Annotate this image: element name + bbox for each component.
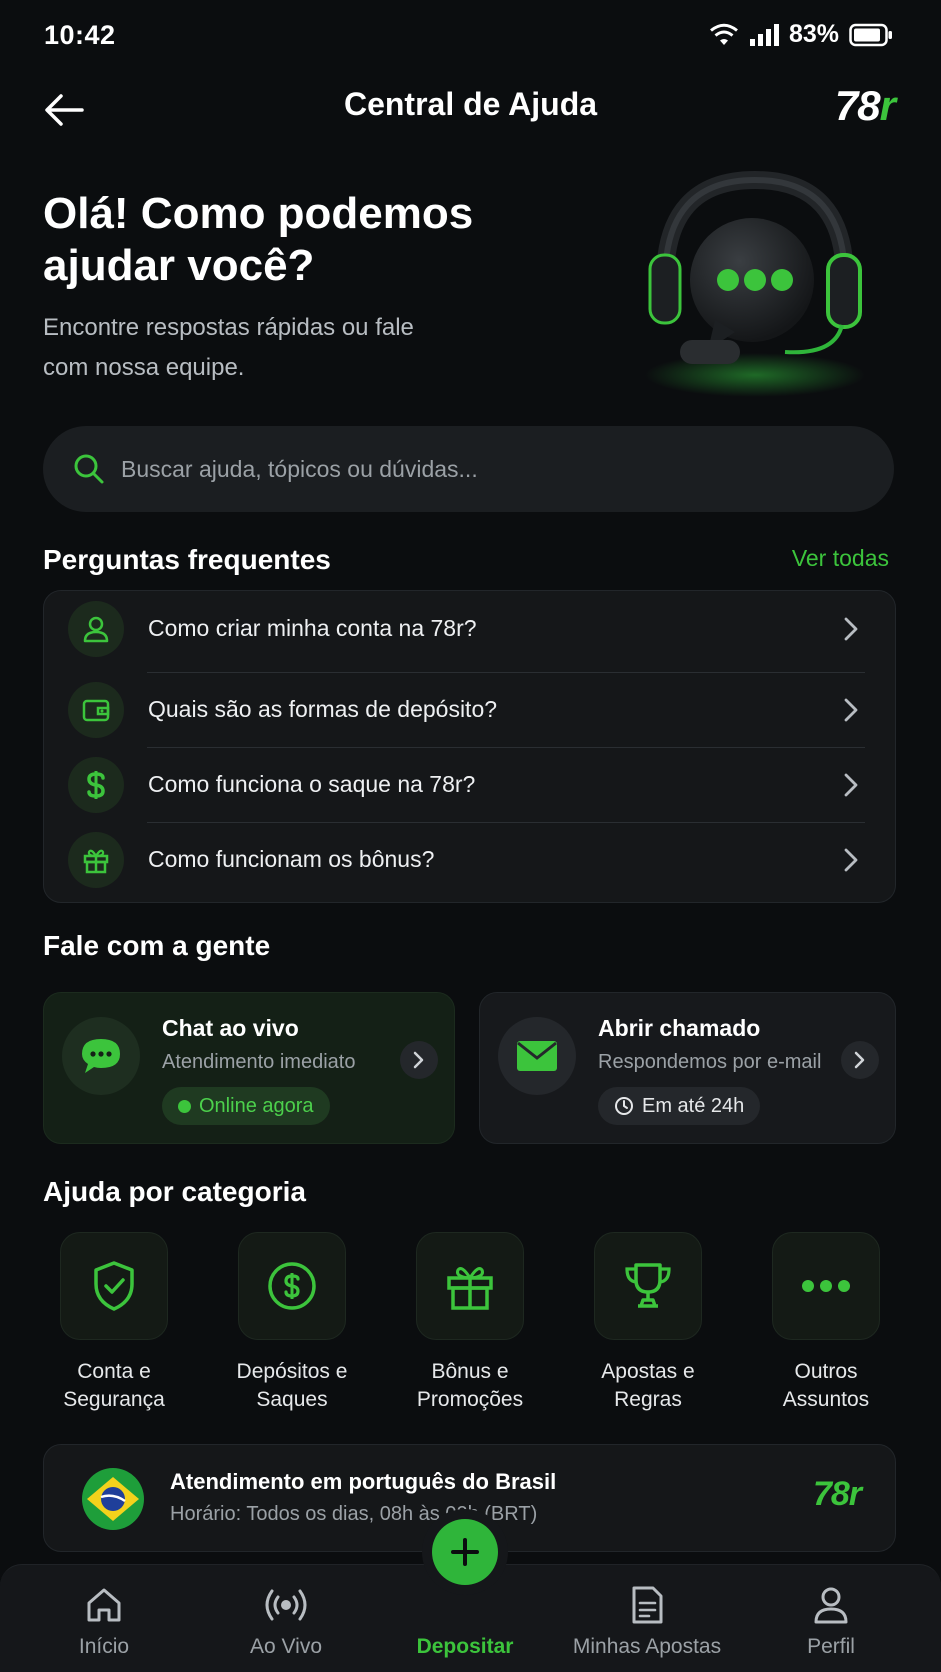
dollar-circle-icon [238, 1232, 346, 1340]
signal-icon [749, 23, 779, 47]
clock-icon [614, 1096, 634, 1116]
nav-label: Ao Vivo [250, 1635, 322, 1658]
search-bar[interactable] [43, 426, 894, 512]
faq-item-create-account[interactable]: Como criar minha conta na 78r? [44, 591, 895, 666]
online-dot-icon [178, 1099, 191, 1113]
document-icon [629, 1585, 665, 1625]
page-title: Central de Ajuda [343, 86, 598, 122]
open-ticket-card[interactable]: Abrir chamado Respondemos por e-mail Em … [479, 992, 896, 1144]
contact-section-title: Fale com a gente [43, 930, 271, 961]
home-icon [84, 1585, 124, 1625]
chat-subtitle: Atendimento imediato [162, 1051, 356, 1073]
ticket-title: Abrir chamado [598, 1015, 761, 1041]
chat-title: Chat ao vivo [162, 1015, 299, 1041]
nav-label: Minhas Apostas [572, 1635, 722, 1658]
search-input[interactable] [121, 455, 821, 483]
trophy-icon [594, 1232, 702, 1340]
user-icon [812, 1585, 850, 1625]
wifi-icon [709, 23, 739, 47]
user-icon [68, 600, 124, 657]
headset-support-illustration [620, 160, 890, 410]
faq-item-withdrawal[interactable]: Como funciona o saque na 78r? [44, 747, 895, 822]
status-indicators: 83% [709, 20, 893, 49]
hero-subtitle: Encontre respostas rápidas ou fale com n… [43, 314, 414, 381]
chevron-right-icon [843, 847, 859, 873]
chevron-right-icon [843, 772, 859, 798]
nav-label: Início [78, 1635, 130, 1658]
response-time-badge: Em até 24h [598, 1087, 761, 1125]
faq-item-label: Como criar minha conta na 78r? [148, 615, 477, 641]
deposit-fab-button[interactable] [432, 1519, 498, 1585]
category-label: Conta e Segurança [63, 1360, 165, 1411]
live-broadcast-icon [264, 1585, 308, 1625]
brand-logo-small: 78r [812, 1475, 862, 1513]
logo-letter: r [879, 82, 896, 129]
plus-icon [450, 1537, 480, 1567]
category-label: Apostas e Regras [601, 1360, 695, 1411]
categories-section-title: Ajuda por categoria [43, 1176, 306, 1207]
search-icon [73, 453, 105, 485]
dollar-icon [68, 756, 124, 813]
chevron-right-icon [843, 616, 859, 642]
logo-number: 78 [834, 82, 881, 129]
nav-deposit[interactable]: Depositar [380, 1519, 550, 1672]
online-status-badge: Online agora [162, 1087, 330, 1125]
category-label: Outros Assuntos [782, 1360, 870, 1411]
status-time: 10:42 [44, 20, 116, 50]
faq-item-deposit-methods[interactable]: Quais são as formas de depósito? [44, 672, 895, 747]
category-label: Depósitos e Saques [236, 1360, 348, 1411]
banner-title: Atendimento em português do Brasil [170, 1469, 557, 1494]
nav-label: Perfil [807, 1635, 855, 1658]
mail-icon [498, 1017, 576, 1095]
brand-logo: 78r [834, 82, 896, 130]
see-all-link[interactable]: Ver todas [792, 545, 889, 572]
banner-hours: Horário: Todos os dias, 08h às 02h (BRT) [170, 1503, 538, 1525]
chevron-right-icon [400, 1041, 438, 1079]
ticket-subtitle: Respondemos por e-mail [598, 1051, 822, 1073]
chat-bubble-icon [62, 1017, 140, 1095]
nav-my-bets[interactable]: Minhas Apostas [562, 1565, 732, 1672]
category-deposits-withdrawals[interactable]: Depósitos e Saques [217, 1232, 367, 1414]
faq-section-title: Perguntas frequentes [43, 544, 331, 575]
faq-item-bonus[interactable]: Como funcionam os bônus? [44, 822, 895, 897]
chevron-right-icon [843, 697, 859, 723]
faq-item-label: Como funcionam os bônus? [148, 846, 435, 872]
category-account-security[interactable]: Conta e Segurança [39, 1232, 189, 1414]
category-label: Bônus e Promoções [416, 1360, 524, 1411]
online-status-text: Online agora [199, 1094, 314, 1117]
faq-item-label: Quais são as formas de depósito? [148, 696, 498, 722]
live-chat-card[interactable]: Chat ao vivo Atendimento imediato Online… [43, 992, 455, 1144]
chevron-right-icon [841, 1041, 879, 1079]
gift-icon [416, 1232, 524, 1340]
shield-check-icon [60, 1232, 168, 1340]
category-other-topics[interactable]: Outros Assuntos [751, 1232, 901, 1414]
faq-list: Como criar minha conta na 78r? Quais são… [43, 590, 896, 903]
category-bonus-promotions[interactable]: Bônus e Promoções [395, 1232, 545, 1414]
bottom-navigation: Início Ao Vivo Depositar Minhas Apostas … [0, 1519, 941, 1672]
battery-percent: 83% [788, 20, 839, 48]
category-bets-rules[interactable]: Apostas e Regras [573, 1232, 723, 1414]
gift-icon [68, 831, 124, 888]
battery-icon [849, 23, 893, 47]
nav-live[interactable]: Ao Vivo [201, 1565, 371, 1672]
more-dots-icon [772, 1232, 880, 1340]
nav-label: Depositar [416, 1635, 514, 1658]
nav-home[interactable]: Início [19, 1565, 189, 1672]
brazil-flag-icon [82, 1468, 144, 1530]
hero-title: Olá! Como podemos ajudar você? [43, 189, 474, 290]
nav-profile[interactable]: Perfil [746, 1565, 916, 1672]
faq-item-label: Como funciona o saque na 78r? [148, 771, 476, 797]
wallet-icon [68, 681, 124, 738]
response-time-text: Em até 24h [642, 1094, 745, 1117]
